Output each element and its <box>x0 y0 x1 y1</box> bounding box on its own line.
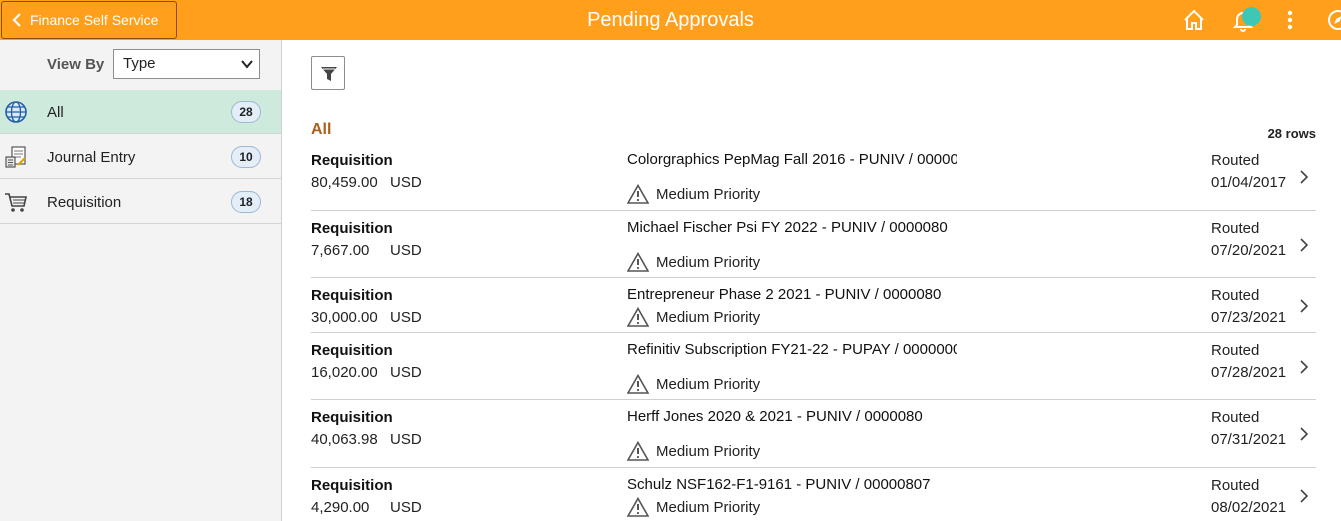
row-description: Refinitiv Subscription FY21-22 - PUPAY /… <box>627 341 957 358</box>
row-amount: 80,459.00 <box>311 174 378 191</box>
row-type: Requisition <box>311 287 393 304</box>
row-amount: 40,063.98 <box>311 431 378 448</box>
approval-row[interactable]: Requisition 80,459.00 USD Colorgraphics … <box>311 143 1316 211</box>
priority-label: Medium Priority <box>656 376 761 393</box>
row-type: Requisition <box>311 220 393 237</box>
warning-triangle-icon <box>627 307 649 327</box>
warning-triangle-icon <box>627 441 649 461</box>
row-description: Michael Fischer Psi FY 2022 - PUNIV / 00… <box>627 219 948 236</box>
approval-row[interactable]: Requisition 16,020.00 USD Refinitiv Subs… <box>311 333 1316 400</box>
row-status: Routed <box>1211 287 1260 304</box>
actions-menu-icon[interactable] <box>1278 8 1302 32</box>
priority-indicator: Medium Priority <box>627 307 827 329</box>
approval-row[interactable]: Requisition 7,667.00 USD Michael Fischer… <box>311 211 1316 278</box>
view-by-selected-value: Type <box>123 55 156 72</box>
chevron-right-icon <box>1300 489 1309 503</box>
chevron-left-icon <box>12 13 21 27</box>
row-amount: 16,020.00 <box>311 364 378 381</box>
warning-triangle-icon <box>627 252 649 272</box>
sidebar-item-label: All <box>47 104 64 121</box>
warning-triangle-icon <box>627 374 649 394</box>
row-description: Entrepreneur Phase 2 2021 - PUNIV / 0000… <box>627 286 942 303</box>
row-date: 07/23/2021 <box>1211 309 1287 326</box>
back-button[interactable]: Finance Self Service <box>1 1 177 39</box>
row-amount: 7,667.00 <box>311 242 370 259</box>
warning-triangle-icon <box>627 184 649 204</box>
row-currency: USD <box>390 499 422 516</box>
approval-row[interactable]: Requisition 4,290.00 USD Schulz NSF162-F… <box>311 468 1316 521</box>
priority-indicator: Medium Priority <box>627 252 827 274</box>
rows-count: 28 rows <box>1267 126 1316 141</box>
navbar-compass-icon[interactable] <box>1326 8 1341 32</box>
view-by-bar: View By Type <box>0 40 281 90</box>
row-amount: 4,290.00 <box>311 499 370 516</box>
priority-label: Medium Priority <box>656 443 761 460</box>
count-badge: 10 <box>231 146 261 168</box>
back-button-label: Finance Self Service <box>30 12 159 28</box>
sidebar-item-label: Requisition <box>47 194 122 211</box>
notification-badge <box>1242 7 1261 26</box>
journal-entry-icon <box>5 146 26 168</box>
priority-indicator: Medium Priority <box>627 497 827 519</box>
row-amount: 30,000.00 <box>311 309 378 326</box>
sidebar-item-all[interactable]: All 28 <box>0 90 281 134</box>
filter-button[interactable] <box>311 56 345 90</box>
filter-icon <box>321 67 337 81</box>
count-badge: 28 <box>231 101 261 123</box>
view-by-select[interactable]: Type <box>113 49 260 79</box>
page-title: Pending Approvals <box>587 9 754 31</box>
row-currency: USD <box>390 309 422 326</box>
top-banner: Finance Self Service Pending Approvals <box>0 0 1341 40</box>
sidebar-item-journal-entry[interactable]: Journal Entry 10 <box>0 135 281 179</box>
chevron-down-icon <box>241 60 253 69</box>
chevron-right-icon <box>1300 238 1309 252</box>
priority-label: Medium Priority <box>656 309 761 326</box>
row-currency: USD <box>390 431 422 448</box>
sidebar-item-label: Journal Entry <box>47 149 136 166</box>
priority-label: Medium Priority <box>656 186 761 203</box>
row-status: Routed <box>1211 477 1260 494</box>
row-currency: USD <box>390 364 422 381</box>
row-date: 01/04/2017 <box>1211 174 1287 191</box>
shopping-cart-icon <box>5 193 27 212</box>
home-icon[interactable] <box>1182 8 1206 32</box>
warning-triangle-icon <box>627 497 649 517</box>
row-type: Requisition <box>311 409 393 426</box>
row-description: Schulz NSF162-F1-9161 - PUNIV / 00000807 <box>627 476 931 493</box>
row-type: Requisition <box>311 152 393 169</box>
row-status: Routed <box>1211 152 1260 169</box>
sidebar-item-requisition[interactable]: Requisition 18 <box>0 180 281 224</box>
priority-indicator: Medium Priority <box>627 374 827 396</box>
count-badge: 18 <box>231 191 261 213</box>
chevron-right-icon <box>1300 170 1309 184</box>
row-date: 07/28/2021 <box>1211 364 1287 381</box>
row-date: 07/20/2021 <box>1211 242 1287 259</box>
approval-row[interactable]: Requisition 30,000.00 USD Entrepreneur P… <box>311 278 1316 333</box>
row-type: Requisition <box>311 477 393 494</box>
row-type: Requisition <box>311 342 393 359</box>
row-currency: USD <box>390 174 422 191</box>
row-status: Routed <box>1211 342 1260 359</box>
priority-indicator: Medium Priority <box>627 184 827 206</box>
row-description: Herff Jones 2020 & 2021 - PUNIV / 000008… <box>627 408 923 425</box>
row-currency: USD <box>390 242 422 259</box>
priority-label: Medium Priority <box>656 499 761 516</box>
row-status: Routed <box>1211 220 1260 237</box>
sidebar: View By Type All 28 Journal Entry 10 Req… <box>0 40 282 521</box>
row-date: 07/31/2021 <box>1211 431 1287 448</box>
priority-label: Medium Priority <box>656 254 761 271</box>
row-description: Colorgraphics PepMag Fall 2016 - PUNIV /… <box>627 151 957 168</box>
priority-indicator: Medium Priority <box>627 441 827 463</box>
chevron-right-icon <box>1300 427 1309 441</box>
section-title: All <box>311 121 332 138</box>
row-date: 08/02/2021 <box>1211 499 1287 516</box>
chevron-right-icon <box>1300 299 1309 313</box>
view-by-label: View By <box>47 56 105 73</box>
approval-row[interactable]: Requisition 40,063.98 USD Herff Jones 20… <box>311 400 1316 468</box>
row-status: Routed <box>1211 409 1260 426</box>
chevron-right-icon <box>1300 360 1309 374</box>
globe-icon <box>5 101 27 123</box>
